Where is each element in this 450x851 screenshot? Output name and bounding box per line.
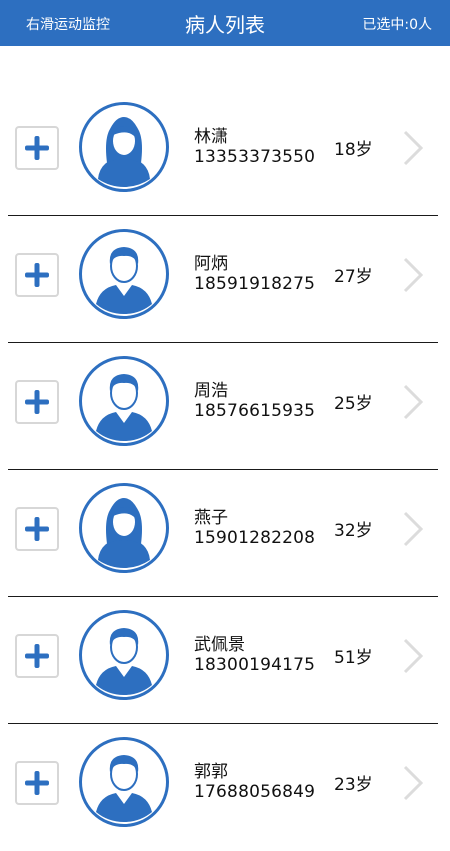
- patient-age: 51岁: [334, 648, 373, 668]
- male-avatar-icon: [79, 356, 169, 446]
- chevron-right-icon[interactable]: [402, 256, 424, 294]
- patient-phone: 15901282208: [194, 528, 316, 548]
- patient-age: 25岁: [334, 394, 373, 414]
- plus-icon: [25, 136, 49, 160]
- selected-count: 已选中:0人: [362, 17, 432, 33]
- patient-phone: 18576615935: [194, 401, 316, 421]
- add-patient-button[interactable]: [15, 380, 59, 424]
- chevron-right-icon[interactable]: [402, 129, 424, 167]
- chevron-right-icon[interactable]: [402, 383, 424, 421]
- patient-phone: 13353373550: [194, 147, 316, 167]
- patient-name: 阿炳: [194, 254, 228, 274]
- plus-icon: [25, 517, 49, 541]
- plus-icon: [25, 263, 49, 287]
- female-avatar-icon: [79, 483, 169, 573]
- male-avatar-icon: [79, 610, 169, 700]
- app-header: 右滑运动监控 病人列表 已选中:0人: [0, 0, 450, 46]
- patient-row[interactable]: 郭郭 17688056849 23岁: [0, 724, 450, 851]
- male-avatar-icon: [79, 737, 169, 827]
- chevron-right-icon[interactable]: [402, 764, 424, 802]
- add-patient-button[interactable]: [15, 507, 59, 551]
- patient-row[interactable]: 周浩 18576615935 25岁: [0, 343, 450, 470]
- female-avatar-icon: [79, 102, 169, 192]
- patient-name: 郭郭: [194, 762, 228, 782]
- plus-icon: [25, 390, 49, 414]
- patient-name: 武佩景: [194, 635, 245, 655]
- add-patient-button[interactable]: [15, 634, 59, 678]
- plus-icon: [25, 644, 49, 668]
- plus-icon: [25, 771, 49, 795]
- patient-row[interactable]: 燕子 15901282208 32岁: [0, 470, 450, 597]
- patient-age: 32岁: [334, 521, 373, 541]
- patient-age: 27岁: [334, 267, 373, 287]
- chevron-right-icon[interactable]: [402, 637, 424, 675]
- patient-name: 林潇: [194, 127, 228, 147]
- patient-phone: 18591918275: [194, 274, 316, 294]
- patient-age: 23岁: [334, 775, 373, 795]
- patient-phone: 17688056849: [194, 782, 316, 802]
- add-patient-button[interactable]: [15, 253, 59, 297]
- patient-row[interactable]: 阿炳 18591918275 27岁: [0, 216, 450, 343]
- chevron-right-icon[interactable]: [402, 510, 424, 548]
- add-patient-button[interactable]: [15, 761, 59, 805]
- patient-row[interactable]: 武佩景 18300194175 51岁: [0, 597, 450, 724]
- add-patient-button[interactable]: [15, 126, 59, 170]
- male-avatar-icon: [79, 229, 169, 319]
- patient-age: 18岁: [334, 140, 373, 160]
- patient-name: 周浩: [194, 381, 228, 401]
- patient-row[interactable]: 林潇 13353373550 18岁: [0, 89, 450, 216]
- patient-phone: 18300194175: [194, 655, 316, 675]
- patient-name: 燕子: [194, 508, 228, 528]
